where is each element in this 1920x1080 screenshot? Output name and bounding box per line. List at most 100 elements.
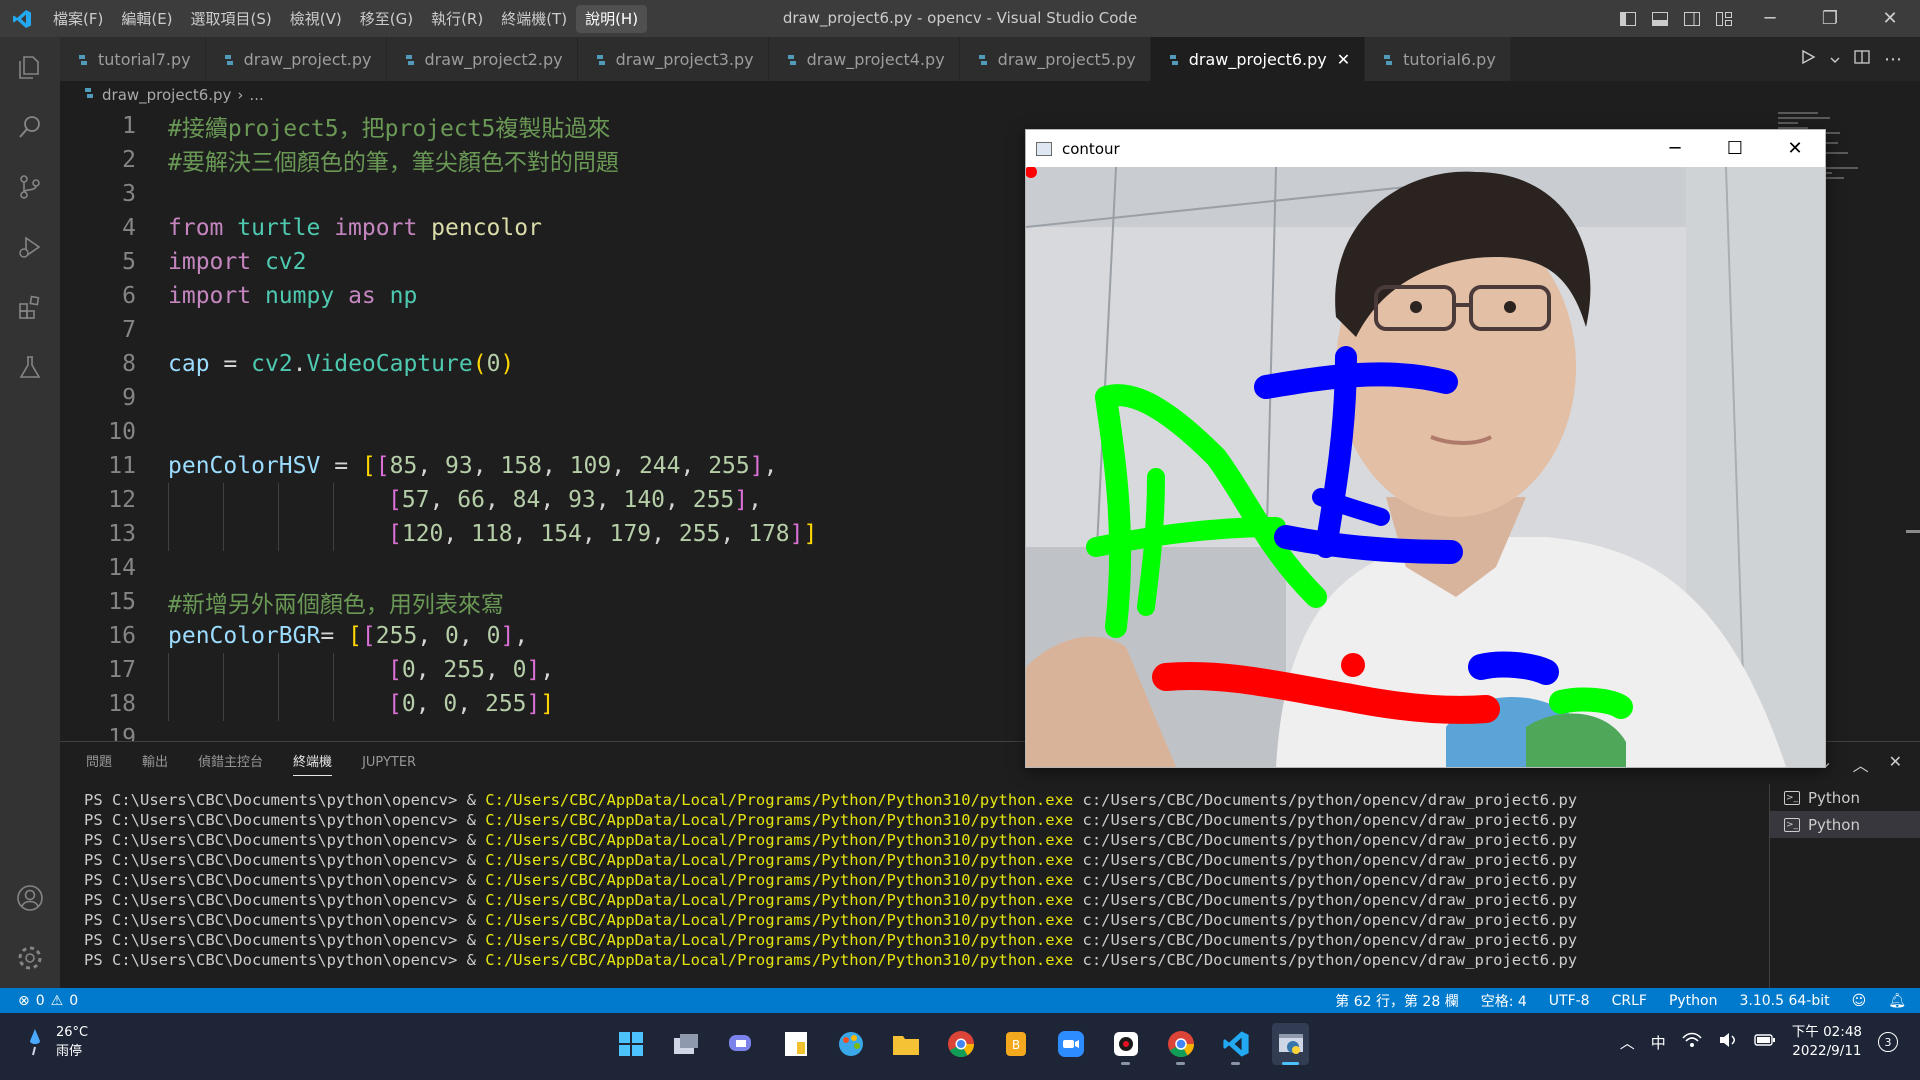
vscode-taskbar-icon[interactable]	[1217, 1023, 1254, 1065]
problems-indicator[interactable]: ⊗ 0 ⚠ 0	[0, 993, 78, 1009]
tab-draw-project3[interactable]: draw_project3.py	[577, 37, 769, 81]
python-file-icon	[976, 52, 990, 66]
notification-badge[interactable]: 3	[1878, 1032, 1898, 1052]
date: 2022/9/11	[1792, 1043, 1862, 1059]
search-icon[interactable]	[0, 97, 60, 157]
temperature: 26°C	[56, 1025, 89, 1040]
tab-terminal[interactable]: 終端機	[293, 742, 333, 784]
more-actions-icon[interactable]: ⋯	[1884, 49, 1902, 70]
extensions-icon[interactable]	[0, 277, 60, 337]
cursor-position[interactable]: 第 62 行，第 28 欄	[1335, 991, 1458, 1011]
menu-view[interactable]: 檢視(V)	[281, 5, 351, 33]
accounts-icon[interactable]	[0, 868, 60, 928]
opencv-window[interactable]: contour ─ ☐ ✕	[1025, 129, 1826, 768]
toggle-sidebar-icon[interactable]	[1612, 0, 1644, 37]
menu-go[interactable]: 移至(G)	[351, 5, 422, 33]
python-file-icon	[594, 52, 608, 66]
close-icon[interactable]: ✕	[1860, 0, 1920, 37]
encoding[interactable]: UTF-8	[1549, 993, 1590, 1009]
file-explorer-icon[interactable]	[887, 1023, 924, 1065]
close-icon[interactable]: ✕	[1765, 130, 1825, 167]
tab-draw-project4[interactable]: draw_project4.py	[768, 37, 960, 81]
line-ending[interactable]: CRLF	[1612, 993, 1647, 1009]
opencv-window-titlebar[interactable]: contour ─ ☐ ✕	[1026, 130, 1825, 167]
security-app-icon[interactable]: B	[997, 1023, 1034, 1065]
split-editor-icon[interactable]	[1854, 49, 1870, 69]
record-app-icon[interactable]	[1107, 1023, 1144, 1065]
tab-draw-project6[interactable]: draw_project6.py ✕	[1150, 37, 1366, 81]
explorer-icon[interactable]	[0, 37, 60, 97]
tab-output[interactable]: 輸出	[142, 742, 168, 784]
settings-gear-icon[interactable]	[0, 928, 60, 988]
input-method[interactable]: 中	[1651, 1032, 1666, 1053]
code-line: 15 #新增另外兩個顏色，用列表來寫	[108, 589, 504, 618]
menu-edit[interactable]: 編輯(E)	[112, 5, 181, 33]
python-interpreter[interactable]: 3.10.5 64-bit	[1739, 993, 1829, 1009]
webcam-frame[interactable]	[1026, 167, 1825, 767]
terminal-line: PS C:\Users\CBC\Documents\python\opencv>…	[84, 931, 1578, 949]
start-button[interactable]	[612, 1023, 649, 1065]
python-file-icon	[76, 52, 90, 66]
tab-tutorial6[interactable]: tutorial6.py	[1365, 37, 1511, 81]
tab-tutorial7[interactable]: tutorial7.py	[60, 37, 206, 81]
minimize-icon[interactable]: ─	[1645, 130, 1705, 167]
clock[interactable]: 下午 02:48 2022/9/11	[1792, 1023, 1862, 1061]
python-file-icon	[403, 52, 417, 66]
battery-icon[interactable]	[1754, 1033, 1776, 1051]
code-line: 17 [0, 255, 0],	[60, 653, 1060, 687]
terminal-instance[interactable]: >_ Python	[1770, 784, 1920, 811]
menu-help[interactable]: 說明(H)	[576, 4, 648, 33]
tab-draw-project5[interactable]: draw_project5.py	[959, 37, 1151, 81]
zoom-icon[interactable]	[1052, 1023, 1089, 1065]
code-line: 1 #接續project5，把project5複製貼過來	[122, 113, 611, 142]
language-mode[interactable]: Python	[1669, 993, 1718, 1009]
menu-file[interactable]: 檔案(F)	[44, 5, 112, 33]
scrollbar-marker[interactable]	[1906, 530, 1920, 533]
testing-icon[interactable]	[0, 337, 60, 397]
paint-icon[interactable]	[832, 1023, 869, 1065]
feedback-icon[interactable]: ☺	[1852, 993, 1867, 1009]
menu-terminal[interactable]: 終端機(T)	[492, 5, 576, 33]
restore-icon[interactable]: ❐	[1800, 0, 1860, 37]
wifi-icon[interactable]	[1682, 1032, 1702, 1052]
menu-selection[interactable]: 選取項目(S)	[182, 5, 281, 33]
chevron-up-icon[interactable]: ︿	[1620, 1032, 1635, 1053]
toggle-panel-icon[interactable]	[1644, 0, 1676, 37]
weather-widget[interactable]: 26°C 雨停	[28, 1025, 88, 1059]
terminal-line: PS C:\Users\CBC\Documents\python\opencv>…	[84, 851, 1578, 869]
maximize-icon[interactable]: ☐	[1705, 130, 1765, 167]
terminal-line: PS C:\Users\CBC\Documents\python\opencv>…	[84, 951, 1578, 969]
terminal-instance[interactable]: >_ Python	[1770, 811, 1920, 838]
python-window-icon[interactable]	[1272, 1023, 1309, 1065]
breadcrumb-file[interactable]: draw_project6.py	[102, 86, 231, 104]
terminal-output[interactable]: PS C:\Users\CBC\Documents\python\opencv>…	[84, 790, 1577, 970]
run-debug-icon[interactable]	[0, 217, 60, 277]
editor-tabs: tutorial7.py draw_project.py draw_projec…	[60, 37, 1920, 81]
toggle-secondary-sidebar-icon[interactable]	[1676, 0, 1708, 37]
chevron-down-icon[interactable]	[1830, 50, 1840, 69]
panel-controls: ⌄ ︿ ✕	[1819, 752, 1902, 776]
minimize-icon[interactable]: ─	[1740, 0, 1800, 37]
chrome-icon[interactable]	[942, 1023, 979, 1065]
close-panel-icon[interactable]: ✕	[1889, 752, 1902, 776]
teams-chat-icon[interactable]	[722, 1023, 759, 1065]
chrome-profile-icon[interactable]	[1162, 1023, 1199, 1065]
indentation[interactable]: 空格: 4	[1481, 991, 1527, 1011]
breadcrumb-symbol[interactable]: ...	[249, 86, 263, 104]
tab-draw-project[interactable]: draw_project.py	[205, 37, 387, 81]
notepad-icon[interactable]	[777, 1023, 814, 1065]
tab-debug-console[interactable]: 偵錯主控台	[198, 742, 263, 784]
volume-icon[interactable]	[1718, 1032, 1738, 1052]
run-file-icon[interactable]	[1800, 49, 1816, 69]
bell-icon[interactable]: 🔔︎	[1888, 993, 1906, 1009]
task-view-icon[interactable]	[667, 1023, 704, 1065]
tab-draw-project2[interactable]: draw_project2.py	[386, 37, 578, 81]
source-control-icon[interactable]	[0, 157, 60, 217]
customize-layout-icon[interactable]	[1708, 0, 1740, 37]
close-tab-icon[interactable]: ✕	[1337, 50, 1350, 69]
maximize-panel-icon[interactable]: ︿	[1853, 752, 1869, 776]
tab-jupyter[interactable]: JUPYTER	[362, 742, 416, 784]
tab-problems[interactable]: 問題	[86, 742, 112, 784]
breadcrumb: draw_project6.py › ...	[60, 81, 1920, 109]
menu-run[interactable]: 執行(R)	[422, 5, 492, 33]
